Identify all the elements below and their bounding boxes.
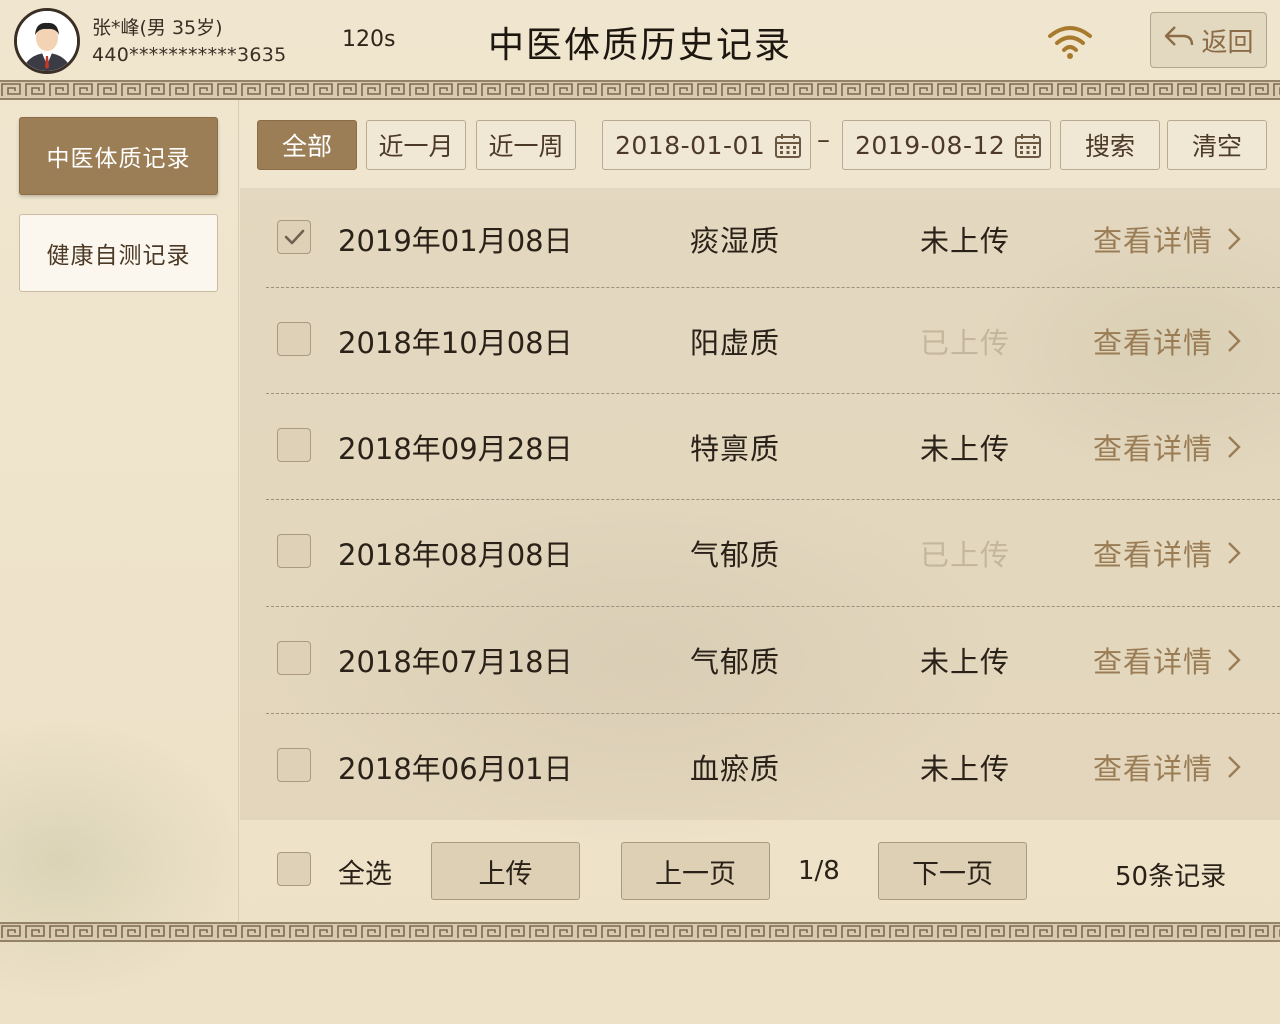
record-date: 2019年01月08日 [338, 224, 573, 258]
calendar-icon[interactable] [1014, 133, 1042, 159]
end-date-value: 2019-08-12 [855, 130, 1006, 160]
page-indicator: 1/8 [798, 856, 840, 886]
view-detail-label: 查看详情 [1093, 645, 1214, 679]
record-checkbox[interactable] [277, 428, 311, 462]
list-item: 2018年06月01日 血瘀质 未上传 查看详情 [240, 716, 1280, 822]
record-date: 2018年10月08日 [338, 326, 573, 360]
record-constitution-type: 阳虚质 [690, 326, 781, 360]
record-constitution-type: 血瘀质 [690, 752, 781, 786]
check-icon [284, 229, 305, 245]
record-upload-status: 未上传 [920, 752, 1011, 786]
page-title-text: 中医体质历史记录 [487, 25, 792, 66]
record-date: 2018年06月01日 [338, 752, 573, 786]
record-upload-status: 未上传 [920, 224, 1011, 258]
start-date-field[interactable]: 2018-01-01 [602, 120, 811, 170]
record-checkbox[interactable] [277, 220, 311, 254]
header-bar: 张*峰(男 35岁) 440***********3635 120s 中医体质历… [0, 0, 1280, 80]
calendar-icon[interactable] [774, 133, 802, 159]
record-date: 2018年07月18日 [338, 645, 573, 679]
view-detail-label: 查看详情 [1093, 538, 1214, 572]
row-divider [266, 287, 1280, 288]
view-detail-link[interactable]: 查看详情 [1093, 532, 1241, 574]
view-detail-link[interactable]: 查看详情 [1093, 320, 1241, 362]
chevron-right-icon [1228, 436, 1241, 458]
row-divider [266, 606, 1280, 607]
record-constitution-type: 气郁质 [690, 538, 781, 572]
record-constitution-type: 痰湿质 [690, 224, 781, 258]
filter-last-month-button[interactable]: 近一月 [366, 120, 466, 170]
sidebar-item-health-selftest-records[interactable]: 健康自测记录 [19, 214, 218, 292]
select-all-checkbox[interactable] [277, 852, 311, 886]
chevron-right-icon [1228, 228, 1241, 250]
record-date: 2018年08月08日 [338, 538, 573, 572]
row-divider [266, 713, 1280, 714]
record-upload-status: 未上传 [920, 645, 1011, 679]
view-detail-link[interactable]: 查看详情 [1093, 426, 1241, 468]
back-arrow-icon [1163, 24, 1195, 57]
view-detail-label: 查看详情 [1093, 432, 1214, 466]
filter-all-button[interactable]: 全部 [257, 120, 357, 170]
sidebar: 中医体质记录 健康自测记录 [0, 100, 239, 922]
back-button[interactable]: 返回 [1150, 12, 1267, 68]
chevron-right-icon [1228, 649, 1241, 671]
row-divider [266, 499, 1280, 500]
prev-page-button[interactable]: 上一页 [621, 842, 770, 900]
record-upload-status: 未上传 [920, 432, 1011, 466]
view-detail-label: 查看详情 [1093, 326, 1214, 360]
record-constitution-type: 特禀质 [690, 432, 781, 466]
start-date-value: 2018-01-01 [615, 130, 766, 160]
upload-button[interactable]: 上传 [431, 842, 580, 900]
record-upload-status: 已上传 [920, 538, 1011, 572]
view-detail-label: 查看详情 [1093, 752, 1214, 786]
record-constitution-type: 气郁质 [690, 645, 781, 679]
search-button[interactable]: 搜索 [1060, 120, 1160, 170]
back-label: 返回 [1201, 27, 1254, 58]
record-checkbox[interactable] [277, 748, 311, 782]
record-date: 2018年09月28日 [338, 432, 573, 466]
fret-border-top [0, 80, 1280, 100]
view-detail-link[interactable]: 查看详情 [1093, 746, 1241, 788]
select-all-label: 全选 [338, 859, 392, 890]
list-item: 2018年10月08日 阳虚质 已上传 查看详情 [240, 290, 1280, 396]
record-upload-status: 已上传 [920, 326, 1011, 360]
sidebar-item-constitution-records[interactable]: 中医体质记录 [19, 117, 218, 195]
record-count: 50条记录 [1115, 862, 1227, 892]
clear-button[interactable]: 清空 [1167, 120, 1267, 170]
list-item: 2018年09月28日 特禀质 未上传 查看详情 [240, 396, 1280, 502]
view-detail-label: 查看详情 [1093, 224, 1214, 258]
record-checkbox[interactable] [277, 534, 311, 568]
record-checkbox[interactable] [277, 322, 311, 356]
chevron-right-icon [1228, 542, 1241, 564]
list-item: 2018年07月18日 气郁质 未上传 查看详情 [240, 609, 1280, 715]
end-date-field[interactable]: 2019-08-12 [842, 120, 1051, 170]
chevron-right-icon [1228, 330, 1241, 352]
next-page-button[interactable]: 下一页 [878, 842, 1027, 900]
date-range-separator: – [817, 125, 830, 155]
fret-border-bottom [0, 922, 1280, 942]
view-detail-link[interactable]: 查看详情 [1093, 639, 1241, 681]
list-item: 2018年08月08日 气郁质 已上传 查看详情 [240, 502, 1280, 608]
filter-last-week-button[interactable]: 近一周 [476, 120, 576, 170]
chevron-right-icon [1228, 756, 1241, 778]
view-detail-link[interactable]: 查看详情 [1093, 218, 1241, 260]
record-checkbox[interactable] [277, 641, 311, 675]
row-divider [266, 393, 1280, 394]
list-item: 2019年01月08日 痰湿质 未上传 查看详情 [240, 188, 1280, 294]
wifi-icon [1046, 24, 1094, 60]
